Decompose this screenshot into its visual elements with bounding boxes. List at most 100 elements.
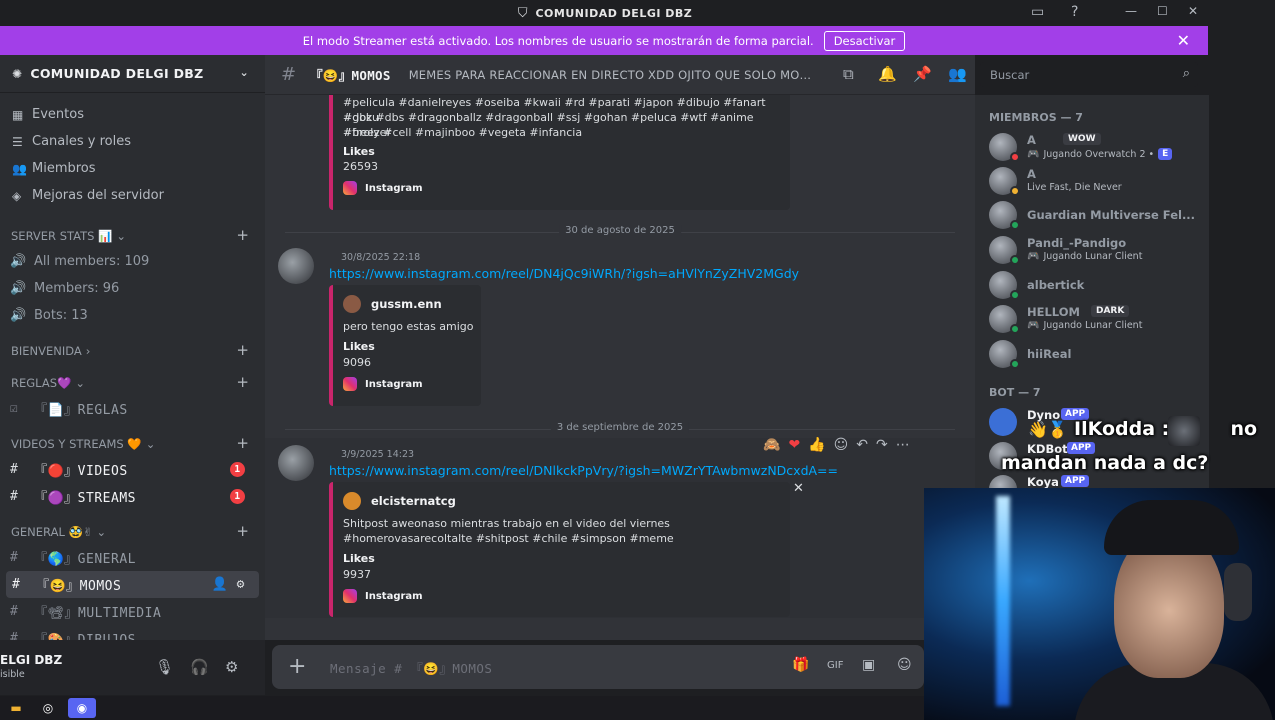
category-general[interactable]: GENERAL 🥸✌ ⌄ + — [0, 520, 265, 544]
member-item[interactable]: A Live Fast, Die Never — [987, 165, 1207, 197]
category-bienvenida[interactable]: BIENVENIDA › + — [0, 339, 265, 363]
help-icon[interactable]: ? — [1071, 4, 1078, 20]
member-list-icon[interactable]: 👥 — [948, 65, 967, 83]
category-videos-streams[interactable]: VIDEOS Y STREAMS 🧡 ⌄ + — [0, 432, 265, 456]
more-icon[interactable]: ⋯ — [896, 437, 910, 453]
stream-chat-line: IlKodda : no — [1074, 418, 1257, 440]
threads-icon[interactable]: ⧉ — [843, 65, 854, 83]
folder-icon[interactable]: ▬ — [2, 698, 30, 718]
member-activity: 🎮 Jugando Lunar Client — [1027, 251, 1143, 262]
avatar[interactable] — [278, 248, 314, 284]
remove-embed-icon[interactable]: ✕ — [793, 481, 804, 496]
status-indicator — [1010, 220, 1020, 230]
channel-general[interactable]: # 『🌎』GENERAL — [0, 544, 259, 571]
embed-author[interactable]: gussm.enn — [343, 295, 442, 313]
chevron-down-icon: ⌄ — [145, 437, 156, 451]
menu-eventos[interactable]: ▦ Eventos — [0, 101, 265, 128]
forward-icon[interactable]: ↷ — [876, 437, 888, 453]
category-reglas[interactable]: REGLAS💜 ⌄ + — [0, 371, 265, 395]
message-link[interactable]: https://www.instagram.com/reel/DNlkckPpV… — [329, 463, 838, 478]
reply-icon[interactable]: ↶ — [856, 437, 868, 453]
thumbs-up-icon[interactable]: 👍 — [808, 437, 825, 453]
add-channel-icon[interactable]: + — [236, 522, 249, 540]
add-channel-icon[interactable]: + — [236, 373, 249, 391]
bell-icon[interactable]: 🔔 — [878, 65, 897, 83]
menu-miembros[interactable]: 👥 Miembros — [0, 155, 265, 182]
server-header[interactable]: ✺ COMUNIDAD DELGI DBZ ⌄ — [0, 55, 265, 93]
inbox-icon[interactable]: ▭ — [1031, 4, 1044, 20]
hash-icon: # — [10, 604, 19, 619]
date-divider: 3 de septiembre de 2025 — [285, 422, 955, 433]
emoji-icon[interactable]: ☺ — [897, 657, 912, 673]
disable-streamer-button[interactable]: Desactivar — [823, 30, 906, 51]
channel-streams[interactable]: # 『🟣』STREAMS 1 — [0, 483, 259, 510]
heart-icon[interactable]: ❤ — [788, 437, 800, 453]
obs-icon[interactable]: ◎ — [34, 698, 62, 718]
category-server-stats[interactable]: SERVER STATS 📊 ⌄ + — [0, 224, 265, 248]
add-attachment-icon[interactable]: + — [288, 654, 306, 679]
server-name: COMUNIDAD DELGI DBZ — [30, 66, 204, 81]
stream-chat-message-start: no — [1230, 418, 1258, 440]
member-item[interactable]: hiiReal — [987, 338, 1207, 370]
gear-icon[interactable]: ⚙ — [237, 577, 245, 592]
user-name[interactable]: ELGI DBZ — [0, 653, 62, 667]
member-item[interactable]: albertick — [987, 269, 1207, 301]
calendar-icon: ▦ — [12, 107, 24, 122]
user-panel: ELGI DBZ isible 🎙 🎧 ⚙ — [0, 640, 265, 695]
add-channel-icon[interactable]: + — [236, 226, 249, 244]
invite-icon[interactable]: 👤 — [212, 577, 229, 592]
embed-author[interactable]: elcisternatcg — [343, 492, 456, 510]
hash-icon: # — [12, 577, 21, 592]
microphone-icon[interactable]: 🎙 — [155, 658, 174, 676]
message-composer[interactable]: + Mensaje # 『😆』MOMOS 🎁 GIF ▣ ☺ — [272, 645, 924, 689]
member-item[interactable]: A WOW 🎮 Jugando Overwatch 2 • E — [987, 131, 1207, 163]
embed-text: pero tengo estas amigo — [343, 320, 474, 333]
members-header: MIEMBROS — 7 — [989, 111, 1083, 124]
add-channel-icon[interactable]: + — [236, 341, 249, 359]
chat-badges-icon: 👋🥇 — [1028, 420, 1068, 439]
search-input[interactable]: Buscar ⌕ — [980, 62, 1198, 87]
discord-icon[interactable]: ◉ — [68, 698, 96, 718]
headphones-icon[interactable]: 🎧 — [190, 658, 209, 676]
gear-icon[interactable]: ⚙ — [225, 658, 238, 676]
user-status: isible — [0, 669, 25, 680]
embed-footer: Instagram — [343, 589, 423, 603]
member-item[interactable]: Guardian Multiverse Fel... — [987, 199, 1207, 231]
channel-bots[interactable]: 🔊 Bots: 13 — [0, 302, 259, 329]
menu-mejoras[interactable]: ◈ Mejoras del servidor — [0, 182, 265, 209]
channel-all-members[interactable]: 🔊 All members: 109 — [0, 248, 259, 275]
sticker-icon[interactable]: ▣ — [862, 657, 875, 673]
unread-badge: 1 — [230, 462, 245, 477]
channel-multimedia[interactable]: # 『📽』MULTIMEDIA — [0, 598, 259, 625]
embed-footer: Instagram — [343, 181, 423, 195]
gif-icon[interactable]: GIF — [827, 660, 843, 671]
channel-title: 『😆』MOMOS — [310, 68, 391, 83]
minimize-icon[interactable]: — — [1125, 4, 1137, 18]
close-banner-icon[interactable]: ✕ — [1177, 31, 1190, 50]
close-window-icon[interactable]: ✕ — [1188, 4, 1198, 18]
channel-topic[interactable]: MEMES PARA REACCIONAR EN DIRECTO XDD OJI… — [409, 68, 814, 82]
chevron-right-icon: › — [85, 344, 91, 358]
maximize-icon[interactable]: ☐ — [1157, 4, 1168, 18]
channel-momos[interactable]: # 『😆』MOMOS 👤 ⚙ — [6, 571, 259, 598]
stream-chat-avatar — [1168, 416, 1200, 446]
headset-icon — [1224, 563, 1252, 621]
message-link[interactable]: https://www.instagram.com/reel/DN4jQc9iW… — [329, 266, 799, 281]
status-indicator — [1010, 152, 1020, 162]
hash-icon: # — [10, 489, 19, 504]
member-item[interactable]: Pandi_-Pandigo 🎮 Jugando Lunar Client — [987, 234, 1207, 266]
menu-canales-roles[interactable]: ☰ Canales y roles — [0, 128, 265, 155]
gift-icon[interactable]: 🎁 — [792, 657, 809, 673]
add-channel-icon[interactable]: + — [236, 434, 249, 452]
channel-reglas[interactable]: ☑ 『📄』REGLAS — [0, 395, 259, 422]
search-icon: ⌕ — [1182, 66, 1190, 81]
add-reaction-icon[interactable]: ☺ — [834, 437, 849, 453]
instagram-embed: elcisternatcg Shitpost aweonaso mientras… — [329, 482, 790, 617]
banner-message: El modo Streamer está activado. Los nomb… — [302, 33, 814, 48]
pin-icon[interactable]: 📌 — [913, 65, 932, 83]
member-item[interactable]: HELLOM DARK 🎮 Jugando Lunar Client — [987, 303, 1207, 335]
channel-members[interactable]: 🔊 Members: 96 — [0, 275, 259, 302]
channel-videos[interactable]: # 『🔴』VIDEOS 1 — [0, 456, 259, 483]
reaction-icon[interactable]: 🙈 — [763, 437, 780, 453]
avatar[interactable] — [278, 445, 314, 481]
